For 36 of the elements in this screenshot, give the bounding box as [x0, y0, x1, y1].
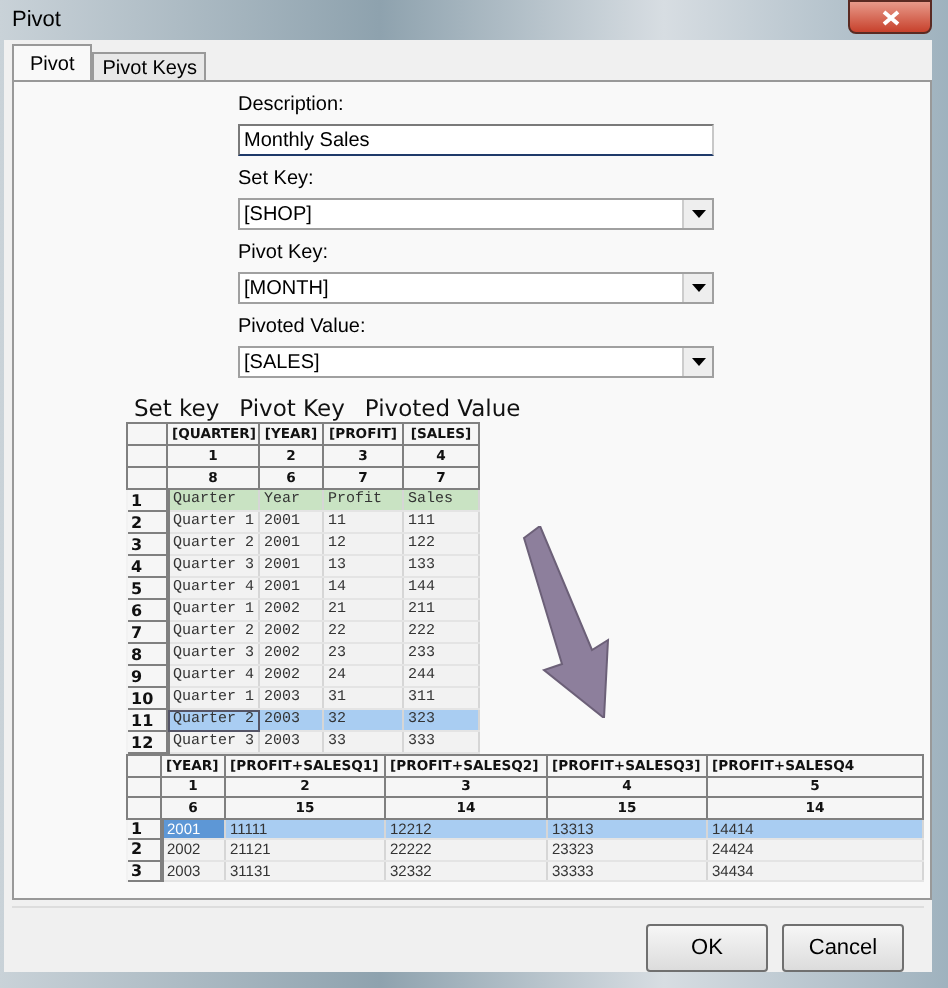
row-number: 3 — [127, 860, 161, 881]
row-number: 12 — [127, 731, 167, 753]
close-icon — [881, 9, 899, 25]
caret-icon — [691, 210, 705, 218]
field-label: Set Key: — [238, 168, 316, 190]
row-number: 8 — [127, 643, 167, 665]
row-number: 5 — [127, 577, 167, 599]
field-label: Description: — [238, 94, 346, 116]
field-label: Pivoted Value: — [238, 316, 368, 338]
row-number: 6 — [127, 599, 167, 621]
row-number: 10 — [127, 687, 167, 709]
close-button[interactable] — [848, 0, 932, 34]
row-number: 11 — [127, 709, 167, 731]
input-field[interactable]: Monthly Sales — [238, 124, 714, 156]
row-number: 9 — [127, 665, 167, 687]
row-number: 4 — [127, 555, 167, 577]
caret-icon — [691, 284, 705, 292]
row-number: 1 — [127, 489, 167, 511]
dialog-button[interactable]: Cancel — [782, 924, 904, 972]
tab[interactable]: Pivot — [12, 44, 93, 80]
window-title: Pivot — [12, 8, 61, 32]
caret-icon — [691, 358, 705, 366]
row-number: 7 — [127, 621, 167, 643]
dropdown-field[interactable]: [MONTH] — [238, 272, 714, 304]
tab[interactable]: Pivot Keys — [92, 52, 207, 80]
row-number: 2 — [127, 839, 161, 860]
dropdown-field[interactable]: [SHOP] — [238, 198, 714, 230]
field-label: Pivot Key: — [238, 242, 331, 264]
dialog-button[interactable]: OK — [646, 924, 768, 972]
row-number: 1 — [127, 818, 161, 839]
row-number: 3 — [127, 533, 167, 555]
caption: Pivot Key — [239, 394, 345, 422]
caption: Pivoted Value — [364, 394, 521, 422]
row-number: 2 — [127, 511, 167, 533]
caption: Set key — [134, 394, 220, 422]
dropdown-field[interactable]: [SALES] — [238, 346, 714, 378]
